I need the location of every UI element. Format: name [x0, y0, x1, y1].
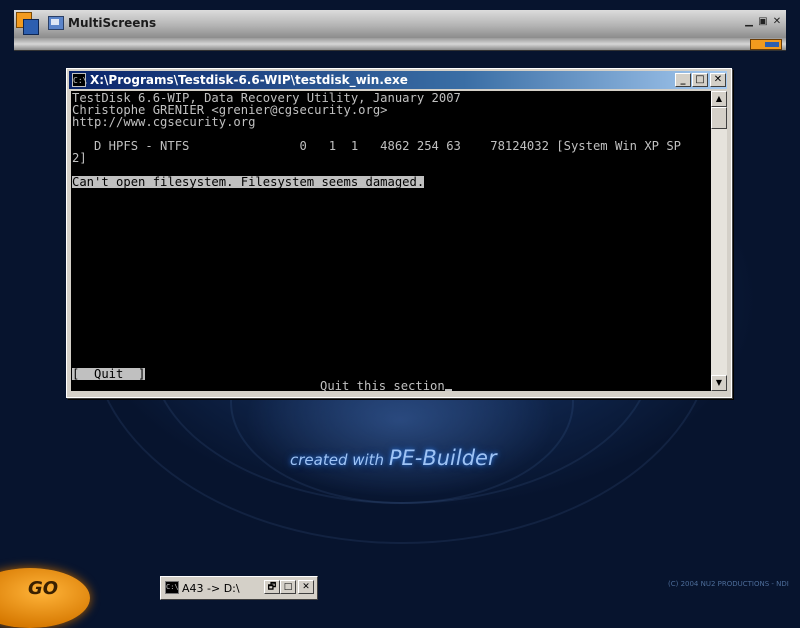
console-line: http://www.cgsecurity.org: [72, 115, 256, 129]
screen-switch-icon[interactable]: [750, 39, 782, 50]
restore-button[interactable]: ▣: [756, 15, 770, 28]
copyright-text: (C) 2004 NU2 PRODUCTIONS - NDI: [668, 580, 789, 588]
multiscreens-logo-icon: [16, 12, 40, 36]
multiscreens-title: MultiScreens: [68, 16, 157, 30]
scroll-thumb[interactable]: [711, 107, 727, 129]
minimized-window-title: A43 -> D:\: [182, 582, 240, 595]
partition-line: D HPFS - NTFS 0 1 1 4862 254 63 78124032…: [72, 139, 682, 153]
maximize-button[interactable]: □: [692, 73, 708, 87]
quit-button[interactable]: [ Quit ]: [72, 368, 146, 380]
minimized-window[interactable]: C:\ A43 -> D:\ 🗗 □ ✕: [160, 576, 318, 600]
maximize-button[interactable]: □: [280, 580, 296, 594]
multiscreens-bar: MultiScreens ▁ ▣ ✕: [14, 10, 786, 39]
vertical-scrollbar[interactable]: ▲ ▼: [711, 91, 727, 391]
window-title: X:\Programs\Testdisk-6.6-WIP\testdisk_wi…: [90, 73, 408, 87]
watermark-prefix: created with: [290, 451, 389, 469]
restore-button[interactable]: 🗗: [264, 580, 280, 594]
minimize-button[interactable]: ▁: [742, 15, 756, 28]
console-icon[interactable]: C:\: [72, 73, 87, 87]
go-button-label[interactable]: GO: [28, 578, 58, 599]
text-cursor: [444, 389, 452, 391]
window-icon: [48, 16, 64, 30]
scroll-down-button[interactable]: ▼: [711, 375, 727, 391]
error-message: Can't open filesystem. Filesystem seems …: [72, 175, 425, 189]
partition-line-wrap: 2]: [72, 151, 87, 165]
scroll-up-button[interactable]: ▲: [711, 91, 727, 107]
minimize-button[interactable]: _: [675, 73, 691, 87]
close-button[interactable]: ✕: [710, 73, 726, 87]
window-titlebar[interactable]: C:\ X:\Programs\Testdisk-6.6-WIP\testdis…: [69, 71, 727, 89]
close-button[interactable]: ✕: [298, 580, 314, 594]
status-text: Quit this section: [320, 379, 445, 391]
console-icon: C:\: [165, 581, 179, 594]
console-window: C:\ X:\Programs\Testdisk-6.6-WIP\testdis…: [66, 68, 732, 398]
console-output[interactable]: TestDisk 6.6-WIP, Data Recovery Utility,…: [71, 91, 711, 391]
watermark-name: PE-Builder: [388, 446, 497, 470]
status-line: Quit this section: [320, 380, 452, 391]
close-button[interactable]: ✕: [770, 15, 784, 28]
pe-builder-watermark: created with PE-Builder: [290, 446, 497, 470]
multiscreens-strip: [14, 38, 786, 51]
